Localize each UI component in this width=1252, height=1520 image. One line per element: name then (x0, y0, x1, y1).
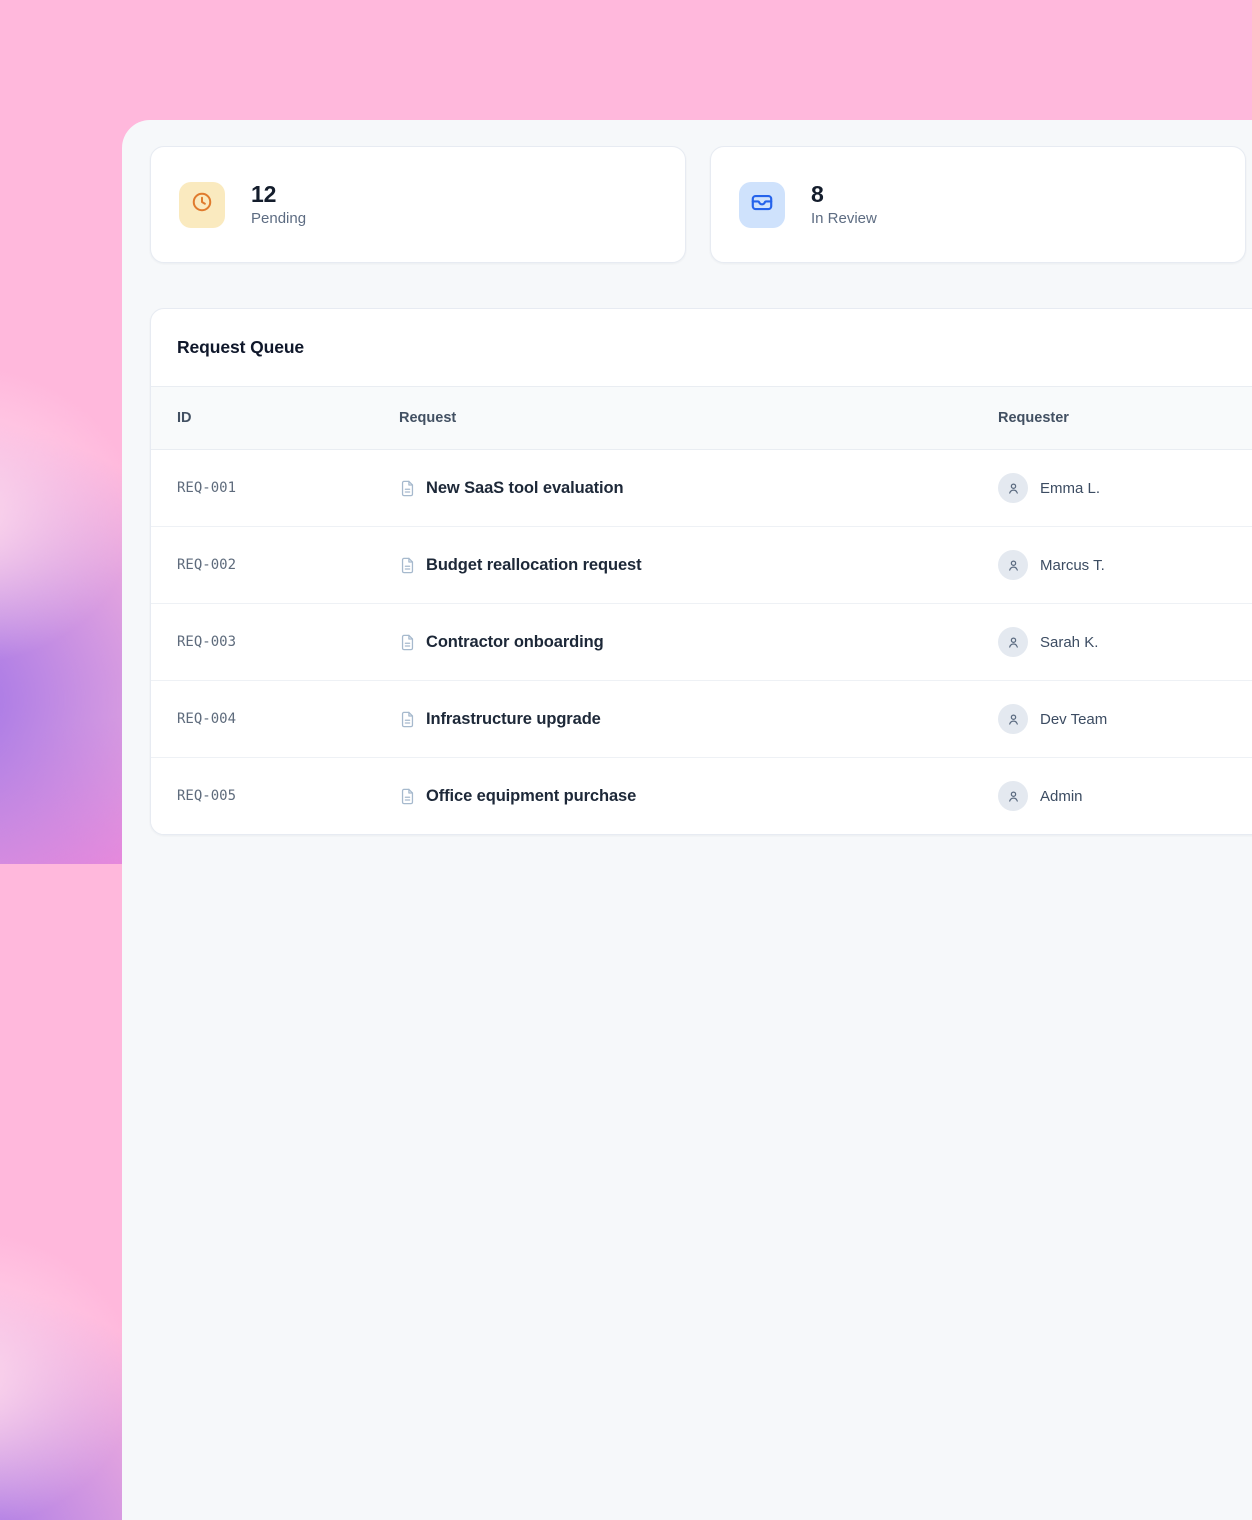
avatar (998, 704, 1028, 734)
clock-icon (190, 190, 214, 219)
table-title: Request Queue (151, 309, 1252, 387)
avatar (998, 473, 1028, 503)
table-row[interactable]: REQ-005 Office equipment purchase Admin (151, 758, 1252, 834)
request-id: REQ-003 (177, 634, 236, 650)
table-row[interactable]: REQ-004 Infrastructure upgrade Dev Team (151, 681, 1252, 758)
request-queue-card: Request Queue ID Request Requester REQ-0… (150, 308, 1252, 835)
file-text-icon (399, 480, 416, 497)
table-body: REQ-001 New SaaS tool evaluation Emma L. (151, 450, 1252, 834)
column-header-requester: Requester (998, 410, 1252, 426)
stats-row: 12 Pending 8 In Review (150, 146, 1246, 263)
requester-name: Admin (1040, 788, 1083, 805)
table-row[interactable]: REQ-003 Contractor onboarding Sarah K. (151, 604, 1252, 681)
requester-name: Dev Team (1040, 711, 1107, 728)
request-title: Contractor onboarding (426, 633, 604, 652)
avatar (998, 550, 1028, 580)
file-text-icon (399, 788, 416, 805)
request-title: Infrastructure upgrade (426, 710, 601, 729)
requester-name: Sarah K. (1040, 634, 1098, 651)
stat-icon-chip (739, 182, 785, 228)
file-text-icon (399, 557, 416, 574)
file-text-icon (399, 634, 416, 651)
table-row[interactable]: REQ-002 Budget reallocation request Marc… (151, 527, 1252, 604)
avatar (998, 781, 1028, 811)
stat-icon-chip (179, 182, 225, 228)
inbox-icon (749, 189, 775, 220)
request-title: Budget reallocation request (426, 556, 642, 575)
stat-card[interactable]: 8 In Review (710, 146, 1246, 263)
column-header-id: ID (151, 410, 399, 426)
requester-name: Emma L. (1040, 480, 1100, 497)
dashboard-panel: 12 Pending 8 In Review Request Queue ID … (122, 120, 1252, 1520)
avatar (998, 627, 1028, 657)
file-text-icon (399, 711, 416, 728)
stat-value: 12 (251, 182, 306, 207)
request-id: REQ-001 (177, 480, 236, 496)
request-id: REQ-004 (177, 711, 236, 727)
stat-card[interactable]: 12 Pending (150, 146, 686, 263)
column-header-request: Request (399, 410, 998, 426)
request-id: REQ-002 (177, 557, 236, 573)
request-title: New SaaS tool evaluation (426, 479, 624, 498)
requester-name: Marcus T. (1040, 557, 1105, 574)
table-row[interactable]: REQ-001 New SaaS tool evaluation Emma L. (151, 450, 1252, 527)
stat-label: In Review (811, 210, 877, 227)
request-title: Office equipment purchase (426, 787, 636, 806)
request-id: REQ-005 (177, 788, 236, 804)
stat-label: Pending (251, 210, 306, 227)
table-header-row: ID Request Requester (151, 387, 1252, 450)
stat-value: 8 (811, 182, 877, 207)
